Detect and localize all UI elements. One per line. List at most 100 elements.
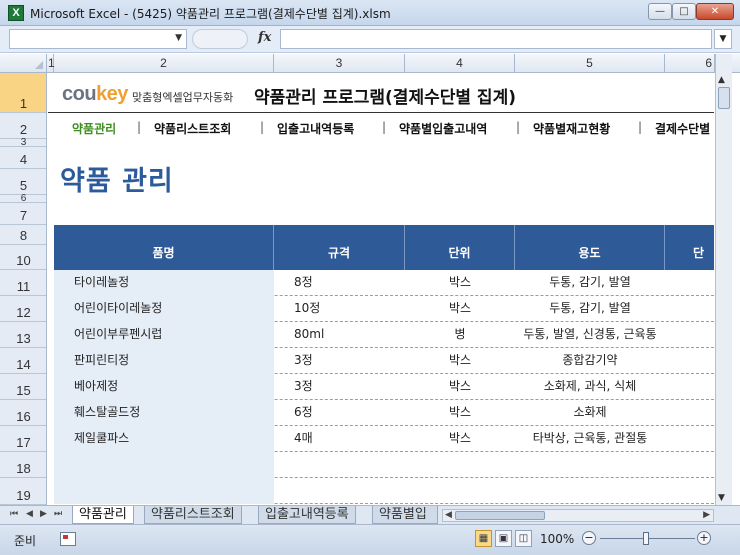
row-header[interactable]: 2	[0, 113, 46, 139]
nav-link-drug-management[interactable]: 약품관리	[72, 120, 116, 137]
table-row[interactable]: 어린이부루펜시럽 80ml 병 두통, 발열, 신경통, 근육통	[54, 322, 714, 348]
scroll-down-icon[interactable]: ▼	[718, 493, 725, 503]
cell-unit[interactable]: 박스	[405, 296, 515, 322]
zoom-in-button[interactable]: +	[697, 531, 711, 545]
cell-item-name-empty[interactable]	[54, 452, 274, 478]
table-row[interactable]: 어린이타이레놀정 10정 박스 두통, 감기, 발열	[54, 296, 714, 322]
cell-unit[interactable]: 박스	[405, 374, 515, 400]
row-header[interactable]: 6	[0, 193, 46, 204]
table-row[interactable]: 판피린티정 3정 박스 종합감기약	[54, 348, 714, 374]
maximize-button[interactable]: □	[672, 3, 696, 20]
close-button[interactable]: ✕	[696, 3, 734, 20]
sheet-tab-drug-list[interactable]: 약품리스트조회	[144, 506, 242, 524]
row-header[interactable]: 14	[0, 348, 46, 374]
name-box[interactable]: ▼	[9, 29, 187, 49]
formula-input[interactable]	[280, 29, 712, 49]
cell-unit[interactable]: 박스	[405, 348, 515, 374]
vertical-scrollbar[interactable]: ▲ ▼	[715, 73, 732, 505]
row-header[interactable]: 4	[0, 147, 46, 169]
cell-spec[interactable]: 4매	[274, 426, 405, 452]
worksheet[interactable]: coukey 맞춤형엑셀업무자동화 약품관리 프로그램(결제수단별 집계) 약품…	[48, 73, 714, 505]
cell-usage[interactable]: 두통, 감기, 발열	[515, 270, 665, 296]
cell-spec[interactable]: 80ml	[274, 322, 405, 348]
select-all-corner[interactable]	[0, 54, 47, 72]
horizontal-scroll-thumb[interactable]	[455, 511, 545, 520]
insert-function-icon[interactable]: fx	[258, 30, 271, 45]
row-header[interactable]: 1	[0, 73, 46, 113]
row-header[interactable]: 7	[0, 203, 46, 225]
row-header[interactable]: 8	[0, 225, 46, 245]
scroll-left-icon[interactable]: ◀	[445, 510, 452, 520]
nav-link-drug-inout-history[interactable]: 약품별입출고내역	[399, 120, 487, 137]
nav-link-drug-list[interactable]: 약품리스트조회	[154, 120, 231, 137]
cell-unit[interactable]: 박스	[405, 270, 515, 296]
macro-record-icon[interactable]	[60, 532, 76, 546]
cell-unit[interactable]: 병	[405, 322, 515, 348]
cell-item-name[interactable]: 훼스탈골드정	[54, 400, 274, 426]
column-header-2[interactable]: 2	[54, 54, 274, 72]
nav-link-stock-status[interactable]: 약품별재고현황	[533, 120, 610, 137]
row-header[interactable]: 17	[0, 426, 46, 452]
table-row-empty[interactable]	[54, 452, 714, 478]
row-header[interactable]: 18	[0, 452, 46, 478]
scroll-up-icon[interactable]: ▲	[718, 75, 725, 85]
row-header[interactable]: 15	[0, 374, 46, 400]
row-header[interactable]: 5	[0, 169, 46, 195]
cell-usage[interactable]: 두통, 감기, 발열	[515, 296, 665, 322]
table-row[interactable]: 베아제정 3정 박스 소화제, 과식, 식체	[54, 374, 714, 400]
cell-usage[interactable]: 소화제	[515, 400, 665, 426]
cell-spec[interactable]: 3정	[274, 348, 405, 374]
row-header[interactable]: 10	[0, 245, 46, 270]
row-header[interactable]: 11	[0, 270, 46, 296]
column-header-5[interactable]: 5	[515, 54, 665, 72]
cell-item-name[interactable]: 베아제정	[54, 374, 274, 400]
zoom-out-button[interactable]: −	[582, 531, 596, 545]
table-row[interactable]: 훼스탈골드정 6정 박스 소화제	[54, 400, 714, 426]
cell-spec[interactable]: 8정	[274, 270, 405, 296]
row-header[interactable]: 16	[0, 400, 46, 426]
cell-item-name[interactable]: 판피린티정	[54, 348, 274, 374]
scroll-right-icon[interactable]: ▶	[703, 510, 710, 520]
cell-item-name[interactable]: 제일쿨파스	[54, 426, 274, 452]
sheet-tab-drug-inout[interactable]: 약품별입	[372, 506, 438, 524]
page-break-view-icon[interactable]: ◫	[515, 530, 532, 547]
next-sheet-icon[interactable]: ▶	[40, 509, 47, 519]
table-row[interactable]: 타이레놀정 8정 박스 두통, 감기, 발열	[54, 270, 714, 296]
row-header[interactable]: 12	[0, 296, 46, 322]
column-header-6[interactable]: 6	[665, 54, 715, 72]
row-header[interactable]: 3	[0, 137, 46, 148]
row-header[interactable]: 13	[0, 322, 46, 348]
formula-expand-button[interactable]: ▼	[714, 29, 732, 49]
prev-sheet-icon[interactable]: ◀	[26, 509, 33, 519]
cell-item-name[interactable]: 어린이부루펜시럽	[54, 322, 274, 348]
nav-link-inout-register[interactable]: 입출고내역등록	[277, 120, 354, 137]
formula-buttons-pill[interactable]	[192, 29, 248, 49]
last-sheet-icon[interactable]: ⏭	[54, 509, 62, 519]
cell-unit[interactable]: 박스	[405, 426, 515, 452]
cell-usage[interactable]: 타박상, 근육통, 관절통	[515, 426, 665, 452]
column-header-3[interactable]: 3	[274, 54, 405, 72]
chevron-down-icon[interactable]: ▼	[175, 33, 182, 43]
cell-item-name[interactable]: 타이레놀정	[54, 270, 274, 296]
sheet-tab-drug-management[interactable]: 약품관리	[72, 506, 134, 524]
minimize-button[interactable]: —	[648, 3, 672, 20]
zoom-level[interactable]: 100%	[540, 532, 574, 546]
first-sheet-icon[interactable]: ⏮	[10, 509, 18, 519]
table-row[interactable]: 제일쿨파스 4매 박스 타박상, 근육통, 관절통	[54, 426, 714, 452]
page-layout-view-icon[interactable]: ▣	[495, 530, 512, 547]
vertical-scroll-thumb[interactable]	[718, 87, 730, 109]
excel-app-icon[interactable]: X	[8, 5, 24, 21]
cell-spec[interactable]: 6정	[274, 400, 405, 426]
cell-usage[interactable]: 두통, 발열, 신경통, 근육통	[515, 322, 665, 348]
cell-unit[interactable]: 박스	[405, 400, 515, 426]
cell-usage[interactable]: 종합감기약	[515, 348, 665, 374]
cell-item-name-empty[interactable]	[54, 478, 274, 504]
zoom-slider-thumb[interactable]	[643, 532, 649, 545]
row-header[interactable]: 19	[0, 478, 46, 505]
horizontal-scrollbar[interactable]: ◀ ▶	[442, 509, 714, 522]
cell-item-name[interactable]: 어린이타이레놀정	[54, 296, 274, 322]
nav-link-payment-method[interactable]: 결제수단별	[655, 120, 710, 137]
normal-view-icon[interactable]: ▦	[475, 530, 492, 547]
cell-spec[interactable]: 3정	[274, 374, 405, 400]
sheet-tab-inout-register[interactable]: 입출고내역등록	[258, 506, 356, 524]
